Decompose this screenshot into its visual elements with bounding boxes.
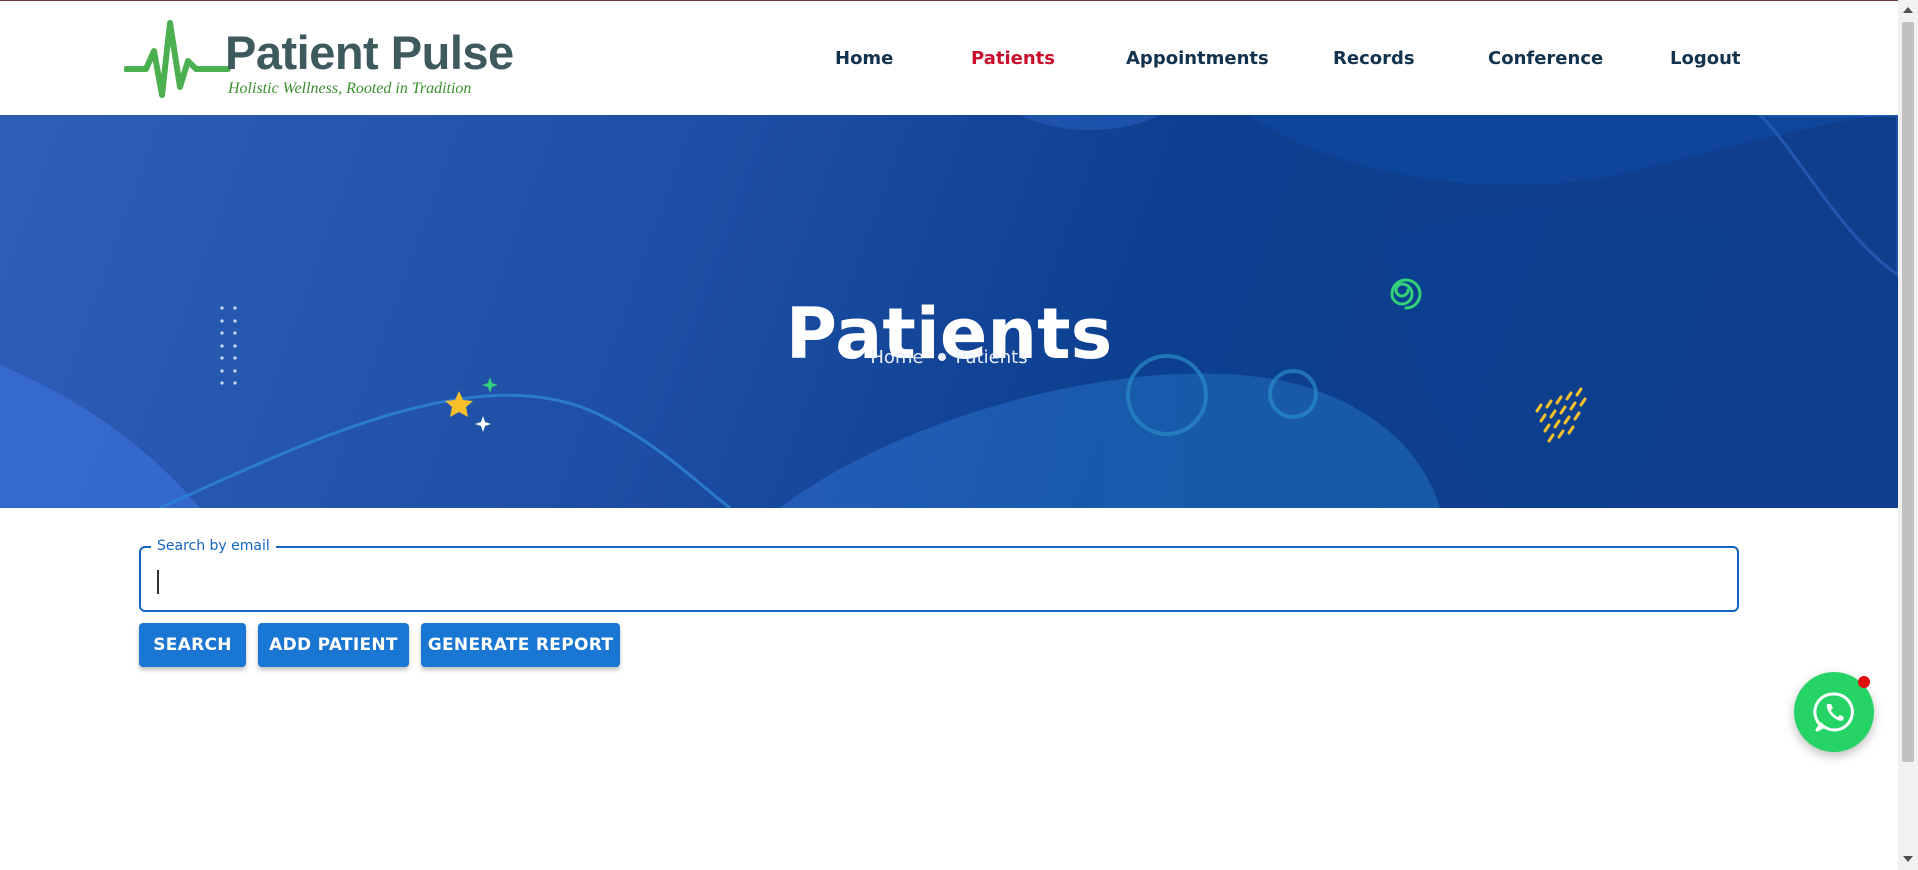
notification-badge (1858, 676, 1870, 688)
whatsapp-icon (1813, 692, 1854, 732)
breadcrumb-current: Patients (955, 347, 1028, 368)
pulse-icon (124, 20, 231, 98)
nav-appointments[interactable]: Appointments (1126, 48, 1269, 69)
page-scrollbar[interactable] (1898, 0, 1918, 870)
breadcrumb-separator-icon (937, 353, 946, 361)
search-email-field[interactable]: Search by email (139, 537, 1739, 612)
brand-name: Patient Pulse (225, 26, 514, 79)
add-patient-button[interactable]: ADD PATIENT (258, 623, 409, 667)
generate-report-button[interactable]: GENERATE REPORT (421, 623, 620, 667)
nav-logout[interactable]: Logout (1670, 48, 1741, 69)
nav-conference[interactable]: Conference (1488, 48, 1603, 69)
nav-patients[interactable]: Patients (971, 48, 1055, 69)
search-email-label: Search by email (151, 537, 276, 555)
site-header: Patient Pulse Holistic Wellness, Rooted … (0, 1, 1898, 115)
brand-tagline: Holistic Wellness, Rooted in Tradition (228, 80, 472, 97)
scroll-down-arrow-icon[interactable] (1903, 856, 1913, 862)
scroll-up-arrow-icon[interactable] (1903, 7, 1913, 13)
breadcrumb-home[interactable]: Home (870, 347, 923, 368)
nav-records[interactable]: Records (1333, 48, 1415, 69)
nav-home[interactable]: Home (835, 48, 893, 69)
brand-logo[interactable]: Patient Pulse Holistic Wellness, Rooted … (124, 17, 514, 101)
scroll-thumb[interactable] (1902, 22, 1914, 762)
search-email-input[interactable] (155, 562, 1719, 598)
page-hero-banner: Patients Home Patients (0, 115, 1898, 508)
breadcrumb: Home Patients (0, 347, 1898, 368)
text-cursor (157, 570, 159, 594)
search-button[interactable]: SEARCH (139, 623, 246, 667)
whatsapp-chat-button[interactable] (1794, 672, 1874, 752)
